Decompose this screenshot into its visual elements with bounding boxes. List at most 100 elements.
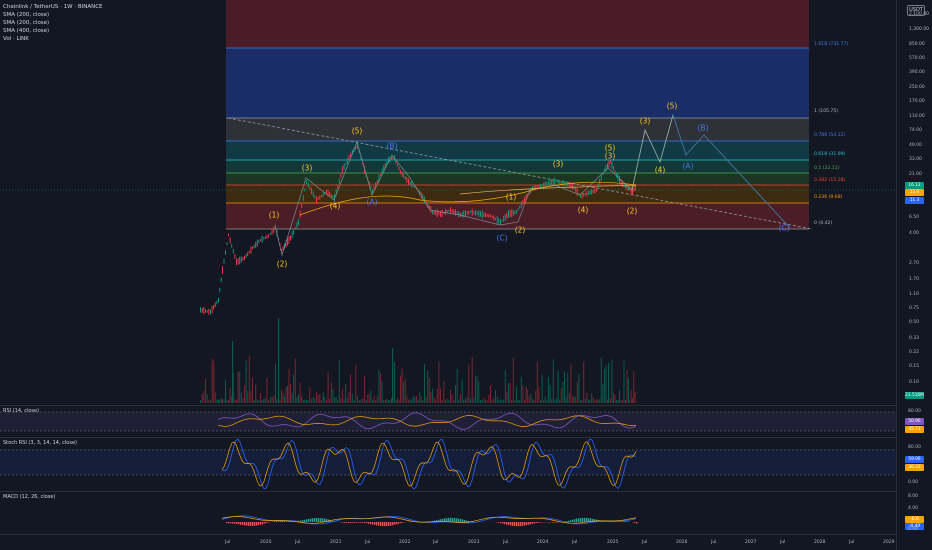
volume-bar (234, 399, 236, 403)
time-tick: 2025 (607, 540, 619, 545)
fib-label-5: 0.5 (22.11) (814, 166, 840, 171)
time-tick: 2020 (260, 540, 272, 545)
macd-histogram-bar (554, 522, 556, 523)
rsi-value-badge: 50.96 (905, 418, 924, 425)
indicator-sma-3[interactable]: SMA (400, close) (3, 28, 49, 34)
volume-bar (532, 398, 533, 403)
volume-bar (481, 399, 483, 403)
price-tick: 0.50 (909, 320, 920, 325)
time-tick: Jul (572, 540, 578, 545)
candle (391, 157, 392, 161)
macd-histogram-bar (504, 522, 506, 525)
volume-bar (460, 394, 461, 403)
volume-bar (468, 364, 470, 403)
candle (228, 233, 229, 237)
price-tick: 0.22 (909, 350, 920, 355)
volume-bar (253, 400, 255, 403)
volume-bar (220, 398, 222, 403)
macd-histogram-bar (304, 519, 306, 522)
macd-histogram-bar (522, 522, 524, 526)
volume-bar (578, 374, 580, 403)
stoch-rsi-pane[interactable] (0, 438, 896, 491)
candle (591, 188, 593, 195)
volume-bar (266, 377, 268, 403)
volume-bar (536, 362, 538, 403)
macd-histogram-bar (344, 522, 346, 523)
candle (465, 210, 466, 217)
volume-bar (486, 399, 488, 403)
candle (200, 307, 201, 313)
volume-bar (322, 392, 324, 403)
volume-bar (388, 399, 389, 403)
candle (562, 180, 564, 187)
candle (244, 255, 245, 261)
volume-bar (594, 399, 596, 403)
volume-bar (291, 392, 293, 403)
volume-bar (406, 396, 408, 403)
fib-zone-786 (226, 141, 809, 160)
fib-label-0: 0 (4.42) (814, 221, 833, 226)
volume-bar (584, 398, 586, 403)
candle (511, 209, 513, 218)
wave-label: (4) (329, 201, 341, 211)
macd-pane[interactable] (0, 492, 896, 534)
volume-bar (353, 400, 355, 403)
symbol-title[interactable]: Chainlink / TetherUS · 1W · BINANCE (3, 4, 103, 10)
indicator-sma-2[interactable]: SMA (200, close) (3, 20, 49, 26)
price-tick: 74.00 (909, 128, 922, 133)
candle (486, 213, 488, 217)
macd-histogram-bar (458, 518, 460, 522)
candle (345, 162, 347, 166)
volume-bar (520, 376, 522, 403)
macd-label[interactable]: MACD (12, 26, close) (3, 494, 55, 500)
volume-bar (255, 384, 257, 403)
volume-bar (488, 394, 490, 403)
volume-bar (261, 399, 263, 403)
candle (223, 258, 225, 264)
volume-bar (634, 391, 636, 403)
indicator-volume[interactable]: Vol · LINK (3, 36, 29, 42)
candle (296, 222, 298, 229)
volume-bar (504, 370, 506, 403)
macd-histogram-bar (360, 522, 362, 523)
volume-bar (332, 388, 334, 403)
candle (508, 210, 509, 218)
candle (468, 210, 470, 215)
volume-bar (557, 371, 559, 403)
volume-bar (414, 397, 416, 403)
macd-histogram-bar (234, 522, 236, 524)
candle (548, 180, 549, 186)
wave-label: (C) (496, 233, 508, 243)
stoch-rsi-label[interactable]: Stoch RSI (3, 3, 14, 14, close) (3, 440, 77, 446)
candle (307, 182, 309, 188)
volume-bar (533, 399, 535, 403)
price-tick: 2.70 (909, 261, 920, 266)
volume-bar (632, 398, 633, 403)
volume-bar (556, 398, 557, 403)
volume-bar (360, 399, 362, 403)
volume-bar (216, 399, 218, 403)
price-tick: 170.00 (909, 99, 925, 104)
rsi-label[interactable]: RSI (14, close) (3, 408, 39, 414)
volume-bar (490, 385, 491, 403)
candle (346, 158, 348, 164)
candle (332, 195, 334, 199)
volume-bar (345, 384, 347, 403)
fib-label-236: 0.236 (9.68) (814, 195, 843, 200)
indicator-sma-1[interactable]: SMA (200, close) (3, 12, 49, 18)
time-tick: 2023 (468, 540, 480, 545)
volume-bar (245, 360, 247, 403)
candle (611, 161, 613, 169)
rsi-pane[interactable] (0, 406, 896, 437)
candle (576, 188, 578, 196)
volume-bar (376, 396, 378, 403)
volume-bar (304, 399, 306, 403)
macd-histogram-bar (450, 517, 452, 522)
candle (458, 211, 460, 218)
macd-histogram-bar (454, 518, 456, 522)
price-tick: 0.15 (909, 364, 920, 369)
macd-histogram-bar (382, 522, 384, 527)
fib-label-1618: 1.618 (731.77) (814, 42, 849, 47)
candle (446, 209, 448, 213)
time-tick: Jul (849, 540, 855, 545)
